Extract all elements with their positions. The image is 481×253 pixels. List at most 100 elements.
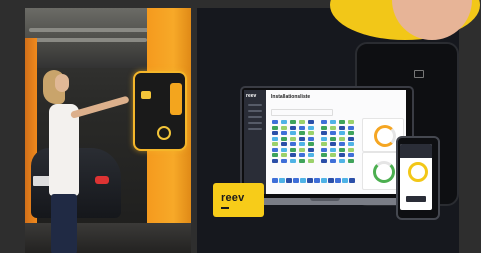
- gauge-ring: [373, 161, 395, 183]
- parking-spot: [281, 120, 287, 124]
- parking-spot: [308, 136, 314, 141]
- parking-spot: [281, 131, 287, 135]
- parking-spot: [290, 153, 296, 157]
- parking-spot: [272, 131, 278, 135]
- dashboard-filter: [271, 109, 333, 116]
- parking-spot: [321, 178, 327, 183]
- parking-spot: [348, 153, 354, 157]
- parking-spot: [308, 120, 314, 124]
- parking-spot: [272, 178, 278, 183]
- parking-spot: [281, 153, 287, 157]
- wallbox-indicator: [414, 70, 424, 78]
- parking-spot: [299, 125, 305, 130]
- parking-spot: [272, 153, 278, 157]
- parking-spot: [293, 178, 299, 183]
- parking-spot: [272, 120, 278, 124]
- parking-spot: [335, 178, 341, 183]
- parking-spot: [339, 131, 345, 135]
- parking-spot: [348, 158, 354, 163]
- parking-spot: [299, 120, 305, 124]
- parking-spot: [321, 131, 327, 135]
- woman-head: [55, 74, 69, 92]
- parking-spot-grid: [272, 120, 358, 166]
- parking-spot: [349, 178, 355, 183]
- sidebar-item: [248, 104, 262, 106]
- charger-display: [141, 91, 151, 99]
- dashboard-sidebar: reev: [244, 90, 266, 194]
- parking-spot: [339, 120, 345, 124]
- parking-spot: [308, 153, 314, 157]
- parking-spot: [330, 120, 336, 124]
- parking-spot: [348, 136, 354, 141]
- parking-garage-photo: [25, 8, 191, 253]
- parking-spot: [290, 131, 296, 135]
- parking-spot: [330, 147, 336, 152]
- laptop-notch: [310, 198, 340, 201]
- parking-spot: [339, 158, 345, 163]
- parking-spot: [290, 125, 296, 130]
- gauge-ring: [374, 125, 396, 147]
- parking-spot: [348, 131, 354, 135]
- parking-spot: [321, 125, 327, 130]
- parking-spot: [299, 136, 305, 141]
- sidebar-item: [248, 110, 262, 112]
- parking-spot: [299, 153, 305, 157]
- parking-spot: [339, 136, 345, 141]
- sidebar-item: [248, 122, 262, 124]
- parking-spot: [348, 125, 354, 130]
- parking-spot: [348, 120, 354, 124]
- reev-logo-underline: [221, 207, 229, 209]
- parking-spot: [308, 142, 314, 146]
- parking-spot: [307, 178, 313, 183]
- parking-spot: [272, 158, 278, 163]
- dashboard-logo: reev: [246, 93, 257, 99]
- phone-screen: [400, 144, 432, 210]
- parking-spot: [348, 147, 354, 152]
- parking-spot: [321, 147, 327, 152]
- parking-spot: [299, 131, 305, 135]
- dashboard-title: Installationsliste: [271, 94, 311, 100]
- parking-spot: [300, 178, 306, 183]
- garage-floor: [25, 223, 191, 253]
- parking-spot: [308, 125, 314, 130]
- sidebar-item: [248, 128, 262, 130]
- parking-spot: [339, 153, 345, 157]
- parking-spot: [281, 142, 287, 146]
- laptop-screen: reev Installationsliste: [244, 90, 406, 194]
- parking-spot: [281, 125, 287, 130]
- phone-action-button: [406, 196, 426, 202]
- orange-pillar-left: [25, 38, 37, 253]
- reev-logo-text: reev: [221, 192, 245, 204]
- parking-spot: [321, 153, 327, 157]
- parking-spot: [348, 142, 354, 146]
- phone-charge-ring: [408, 162, 428, 182]
- sidebar-item: [248, 116, 262, 118]
- parking-spot: [330, 136, 336, 141]
- parking-spot: [281, 147, 287, 152]
- ceiling-pipe: [35, 38, 147, 42]
- parking-spot: [314, 178, 320, 183]
- parking-spot: [299, 158, 305, 163]
- woman-jeans: [51, 194, 77, 253]
- parking-spot: [330, 153, 336, 157]
- parking-spot: [272, 125, 278, 130]
- parking-spot: [299, 142, 305, 146]
- parking-spot: [272, 147, 278, 152]
- parking-spot: [281, 158, 287, 163]
- parking-spot: [290, 142, 296, 146]
- parking-spot: [281, 136, 287, 141]
- parking-spot: [321, 158, 327, 163]
- parking-spot: [272, 142, 278, 146]
- parking-spot: [286, 178, 292, 183]
- parking-spot: [321, 136, 327, 141]
- charger-side-panel: [170, 83, 182, 115]
- parking-spot: [330, 131, 336, 135]
- phone-header: [400, 144, 432, 158]
- parking-spot: [290, 147, 296, 152]
- parking-spot: [339, 142, 345, 146]
- parking-spot: [290, 136, 296, 141]
- parking-spot: [279, 178, 285, 183]
- parking-spot: [339, 125, 345, 130]
- parking-spot: [330, 142, 336, 146]
- parking-row-strip: [272, 168, 360, 188]
